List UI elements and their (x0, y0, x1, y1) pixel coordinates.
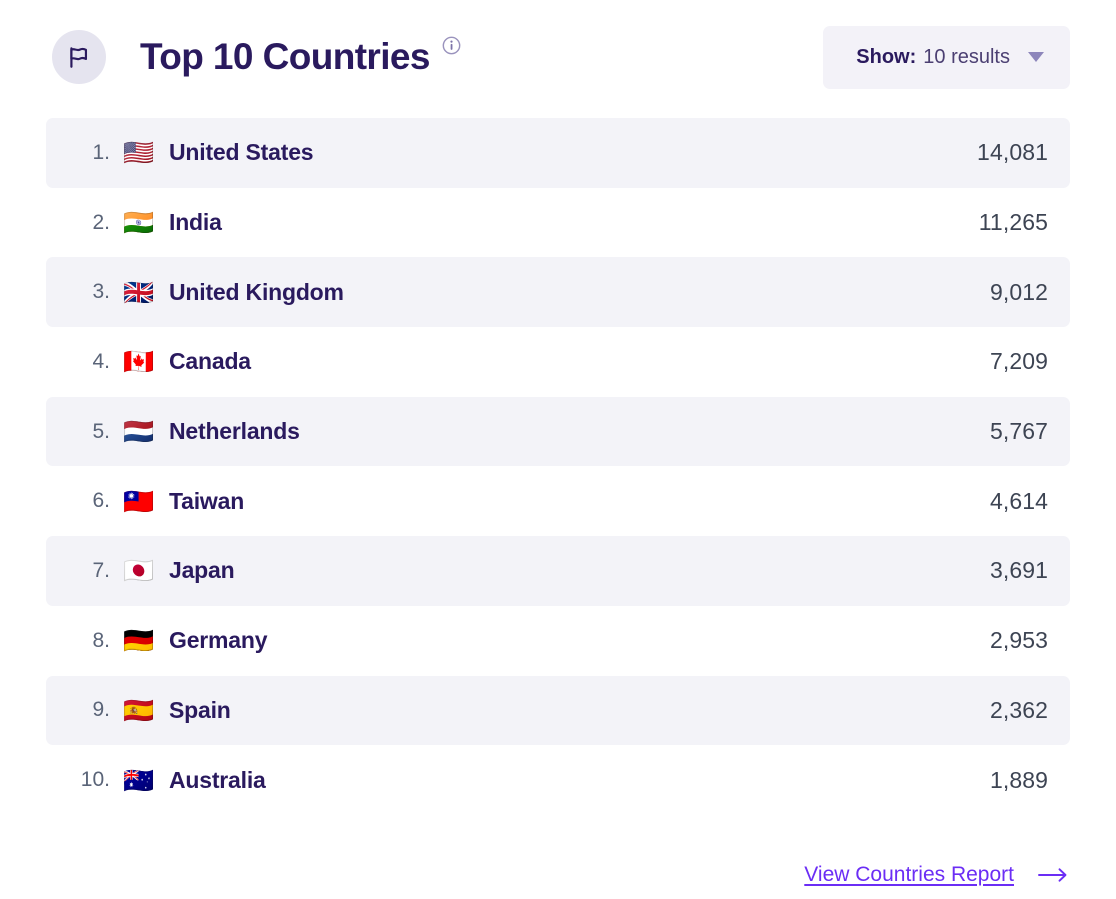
chevron-down-icon (1028, 52, 1044, 62)
table-row[interactable]: 6. 🇹🇼 Taiwan 4,614 (46, 466, 1070, 536)
row-value: 4,614 (989, 487, 1048, 514)
show-value: 10 results (923, 45, 1010, 68)
widget-header: Top 10 Countries Show: 10 results (46, 0, 1070, 112)
country-flag-icon: 🇪🇸 (123, 695, 155, 725)
country-name: United Kingdom (169, 278, 344, 305)
row-value: 11,265 (978, 209, 1048, 236)
country-name: United States (169, 139, 314, 166)
show-results-dropdown[interactable]: Show: 10 results (823, 25, 1070, 89)
arrow-right-icon[interactable] (1038, 867, 1068, 883)
country-name: India (169, 209, 222, 236)
country-flag-icon: 🇦🇺 (123, 765, 155, 795)
country-flag-icon: 🇬🇧 (123, 277, 155, 307)
row-rank: 10. (80, 768, 110, 792)
row-rank: 8. (92, 628, 110, 652)
row-value: 14,081 (977, 139, 1048, 166)
country-flag-icon: 🇯🇵 (123, 556, 155, 586)
country-flag-icon: 🇳🇱 (123, 417, 155, 447)
table-row[interactable]: 4. 🇨🇦 Canada 7,209 (46, 327, 1070, 397)
top-countries-widget: Top 10 Countries Show: 10 results 1. 🇺🇸 … (0, 0, 1116, 899)
table-row[interactable]: 2. 🇮🇳 India 11,265 (46, 188, 1070, 258)
row-rank: 2. (92, 210, 110, 234)
widget-footer: View Countries Report (46, 863, 1070, 887)
row-value: 1,889 (989, 766, 1048, 793)
country-name: Japan (169, 557, 235, 584)
country-flag-icon: 🇩🇪 (123, 626, 155, 656)
table-row[interactable]: 7. 🇯🇵 Japan 3,691 (46, 536, 1070, 606)
row-value: 9,012 (989, 278, 1048, 305)
country-flag-icon: 🇨🇦 (123, 347, 155, 377)
country-name: Canada (169, 348, 251, 375)
info-icon[interactable] (442, 36, 461, 55)
view-countries-report-link[interactable]: View Countries Report (804, 863, 1014, 887)
table-row[interactable]: 9. 🇪🇸 Spain 2,362 (46, 675, 1070, 746)
row-rank: 6. (92, 489, 110, 513)
table-row[interactable]: 8. 🇩🇪 Germany 2,953 (46, 606, 1070, 676)
country-name: Spain (169, 696, 231, 723)
country-name: Netherlands (169, 418, 300, 445)
row-rank: 7. (92, 558, 110, 582)
row-value: 2,953 (989, 627, 1048, 654)
table-row[interactable]: 10. 🇦🇺 Australia 1,889 (46, 745, 1070, 815)
country-name: Australia (169, 766, 266, 793)
country-flag-icon: 🇮🇳 (123, 208, 155, 238)
row-value: 7,209 (989, 348, 1048, 375)
row-value: 5,767 (989, 418, 1048, 445)
page-title: Top 10 Countries (140, 36, 430, 77)
row-rank: 3. (92, 280, 110, 304)
table-row[interactable]: 3. 🇬🇧 United Kingdom 9,012 (46, 257, 1070, 328)
country-flag-icon: 🇺🇸 (123, 138, 155, 168)
row-rank: 1. (92, 140, 110, 164)
country-name: Germany (169, 627, 268, 654)
country-name: Taiwan (169, 487, 245, 514)
table-row[interactable]: 1. 🇺🇸 United States 14,081 (46, 118, 1070, 188)
table-row[interactable]: 5. 🇳🇱 Netherlands 5,767 (46, 396, 1070, 467)
row-value: 2,362 (989, 696, 1048, 723)
show-label: Show: (856, 45, 917, 68)
row-rank: 9. (92, 698, 110, 722)
row-rank: 5. (92, 419, 110, 443)
flag-icon (52, 30, 106, 84)
title-block: Top 10 Countries (140, 30, 823, 84)
country-flag-icon: 🇹🇼 (123, 486, 155, 516)
row-value: 3,691 (989, 557, 1048, 584)
row-rank: 4. (92, 349, 110, 373)
countries-list: 1. 🇺🇸 United States 14,081 2. 🇮🇳 India 1… (46, 118, 1070, 815)
